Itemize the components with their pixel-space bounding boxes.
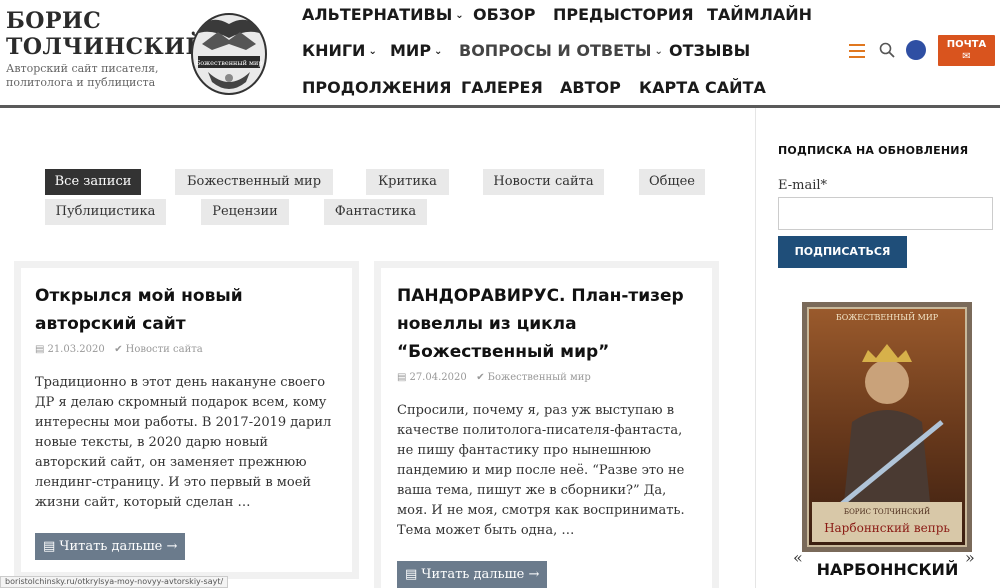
mail-label: ПОЧТА — [946, 39, 987, 50]
site-title-line2[interactable]: ТОЛЧИНСКИЙ — [6, 34, 207, 60]
read-more-button[interactable]: ▤ Читать дальше → — [35, 533, 186, 560]
calendar-icon: ▤ — [397, 372, 407, 383]
read-more-label: Читать дальше → — [59, 539, 178, 554]
check-circle-icon: ✔ — [476, 372, 485, 383]
nav-item-overview[interactable]: ОБЗОР — [473, 5, 536, 24]
nav-item-books[interactable]: КНИГИ ⌄ — [302, 41, 377, 60]
tagline-line1: Авторский сайт писателя, — [6, 62, 159, 75]
post-meta: ▤ 21.03.2020 ✔ Новости сайта — [35, 344, 338, 355]
filter-fantasy[interactable]: Фантастика — [324, 199, 427, 225]
chevron-down-icon: ⌄ — [434, 46, 443, 57]
filter-site-news[interactable]: Новости сайта — [483, 169, 604, 195]
filter-publicism[interactable]: Публицистика — [45, 199, 166, 225]
post-category[interactable]: Божественный мир — [488, 372, 591, 383]
read-more-button[interactable]: ▤ Читать дальше → — [397, 561, 548, 588]
menu-icon[interactable] — [849, 44, 865, 58]
status-bar-url: boristolchinsky.ru/otkrylsya-moy-novyy-a… — [0, 576, 229, 588]
nav-item-sitemap[interactable]: КАРТА САЙТА — [639, 78, 766, 97]
post-date: 21.03.2020 — [47, 344, 105, 355]
filter-reviews[interactable]: Рецензии — [201, 199, 289, 225]
nav-item-world[interactable]: МИР ⌄ — [390, 41, 442, 60]
email-label: E-mail* — [778, 178, 828, 193]
email-field[interactable] — [778, 197, 993, 230]
filter-all-posts[interactable]: Все записи — [45, 169, 141, 195]
book-caption[interactable]: НАРБОННСКИЙ — [800, 560, 975, 579]
subscribe-title: ПОДПИСКА НА ОБНОВЛЕНИЯ — [778, 144, 969, 157]
calendar-icon: ▤ — [35, 344, 45, 355]
envelope-icon: ✉ — [962, 51, 971, 62]
chevron-down-icon: ⌄ — [368, 46, 377, 57]
logo-text: Божественный мир — [195, 59, 262, 67]
check-circle-icon: ✔ — [114, 344, 123, 355]
site-title[interactable]: БОРИС ТОЛЧИНСКИЙ — [6, 8, 207, 60]
book-title: Нарбоннский вепрь — [824, 521, 950, 535]
nav-item-reviews[interactable]: ОТЗЫВЫ — [669, 41, 750, 60]
nav-item-gallery[interactable]: ГАЛЕРЕЯ — [461, 78, 543, 97]
chevron-down-icon: ⌄ — [654, 46, 663, 57]
chevron-down-icon: ⌄ — [455, 10, 464, 21]
book-author: БОРИС ТОЛЧИНСКИЙ — [844, 507, 930, 516]
list-icon: ▤ — [43, 539, 60, 554]
post-meta: ▤ 27.04.2020 ✔ Божественный мир — [397, 372, 698, 383]
post-card: Открылся мой новый авторский сайт ▤ 21.03… — [14, 261, 359, 579]
search-icon[interactable] — [879, 42, 895, 58]
site-logo[interactable]: Божественный мир — [188, 4, 270, 98]
site-tagline: Авторский сайт писателя, политолога и пу… — [6, 62, 159, 90]
book-series: БОЖЕСТВЕННЫЙ МИР — [836, 313, 939, 322]
nav-item-author[interactable]: АВТОР — [560, 78, 621, 97]
post-card: ПАНДОРАВИРУС. План-тизер новеллы из цикл… — [374, 261, 719, 588]
post-title[interactable]: ПАНДОРАВИРУС. План-тизер новеллы из цикл… — [397, 282, 698, 366]
post-date: 27.04.2020 — [409, 372, 467, 383]
post-category[interactable]: Новости сайта — [126, 344, 203, 355]
site-title-line1[interactable]: БОРИС — [6, 8, 207, 34]
subscribe-button[interactable]: ПОДПИСАТЬСЯ — [778, 236, 907, 268]
filter-criticism[interactable]: Критика — [366, 169, 449, 195]
nav-item-prehistory[interactable]: ПРЕДЫСТОРИЯ — [553, 5, 694, 24]
book-cover-image[interactable]: БОЖЕСТВЕННЫЙ МИР БОРИС ТОЛЧИНСКИЙ Нарбон… — [802, 302, 972, 552]
nav-item-faq[interactable]: ВОПРОСЫ И ОТВЕТЫ ⌄ — [459, 41, 663, 60]
post-excerpt: Спросили, почему я, раз уж выступаю в ка… — [397, 403, 685, 538]
site-header: БОРИС ТОЛЧИНСКИЙ Авторский сайт писателя… — [0, 0, 1000, 106]
post-title[interactable]: Открылся мой новый авторский сайт — [35, 282, 338, 338]
nav-item-continuations[interactable]: ПРОДОЛЖЕНИЯ — [302, 78, 451, 97]
sidebar-divider — [755, 108, 756, 588]
read-more-label: Читать дальше → — [421, 567, 540, 582]
post-excerpt: Традиционно в этот день накануне своего … — [35, 375, 332, 510]
mail-button[interactable]: ПОЧТА ✉ — [938, 35, 995, 66]
nav-item-alternatives[interactable]: АЛЬТЕРНАТИВЫ ⌄ — [302, 5, 464, 24]
filter-divine-world[interactable]: Божественный мир — [175, 169, 333, 195]
avatar[interactable] — [906, 40, 926, 60]
filter-general[interactable]: Общее — [639, 169, 705, 195]
list-icon: ▤ — [405, 567, 422, 582]
nav-item-timeline[interactable]: ТАЙМЛАЙН — [707, 5, 812, 24]
tagline-line2: политолога и публициста — [6, 76, 156, 89]
